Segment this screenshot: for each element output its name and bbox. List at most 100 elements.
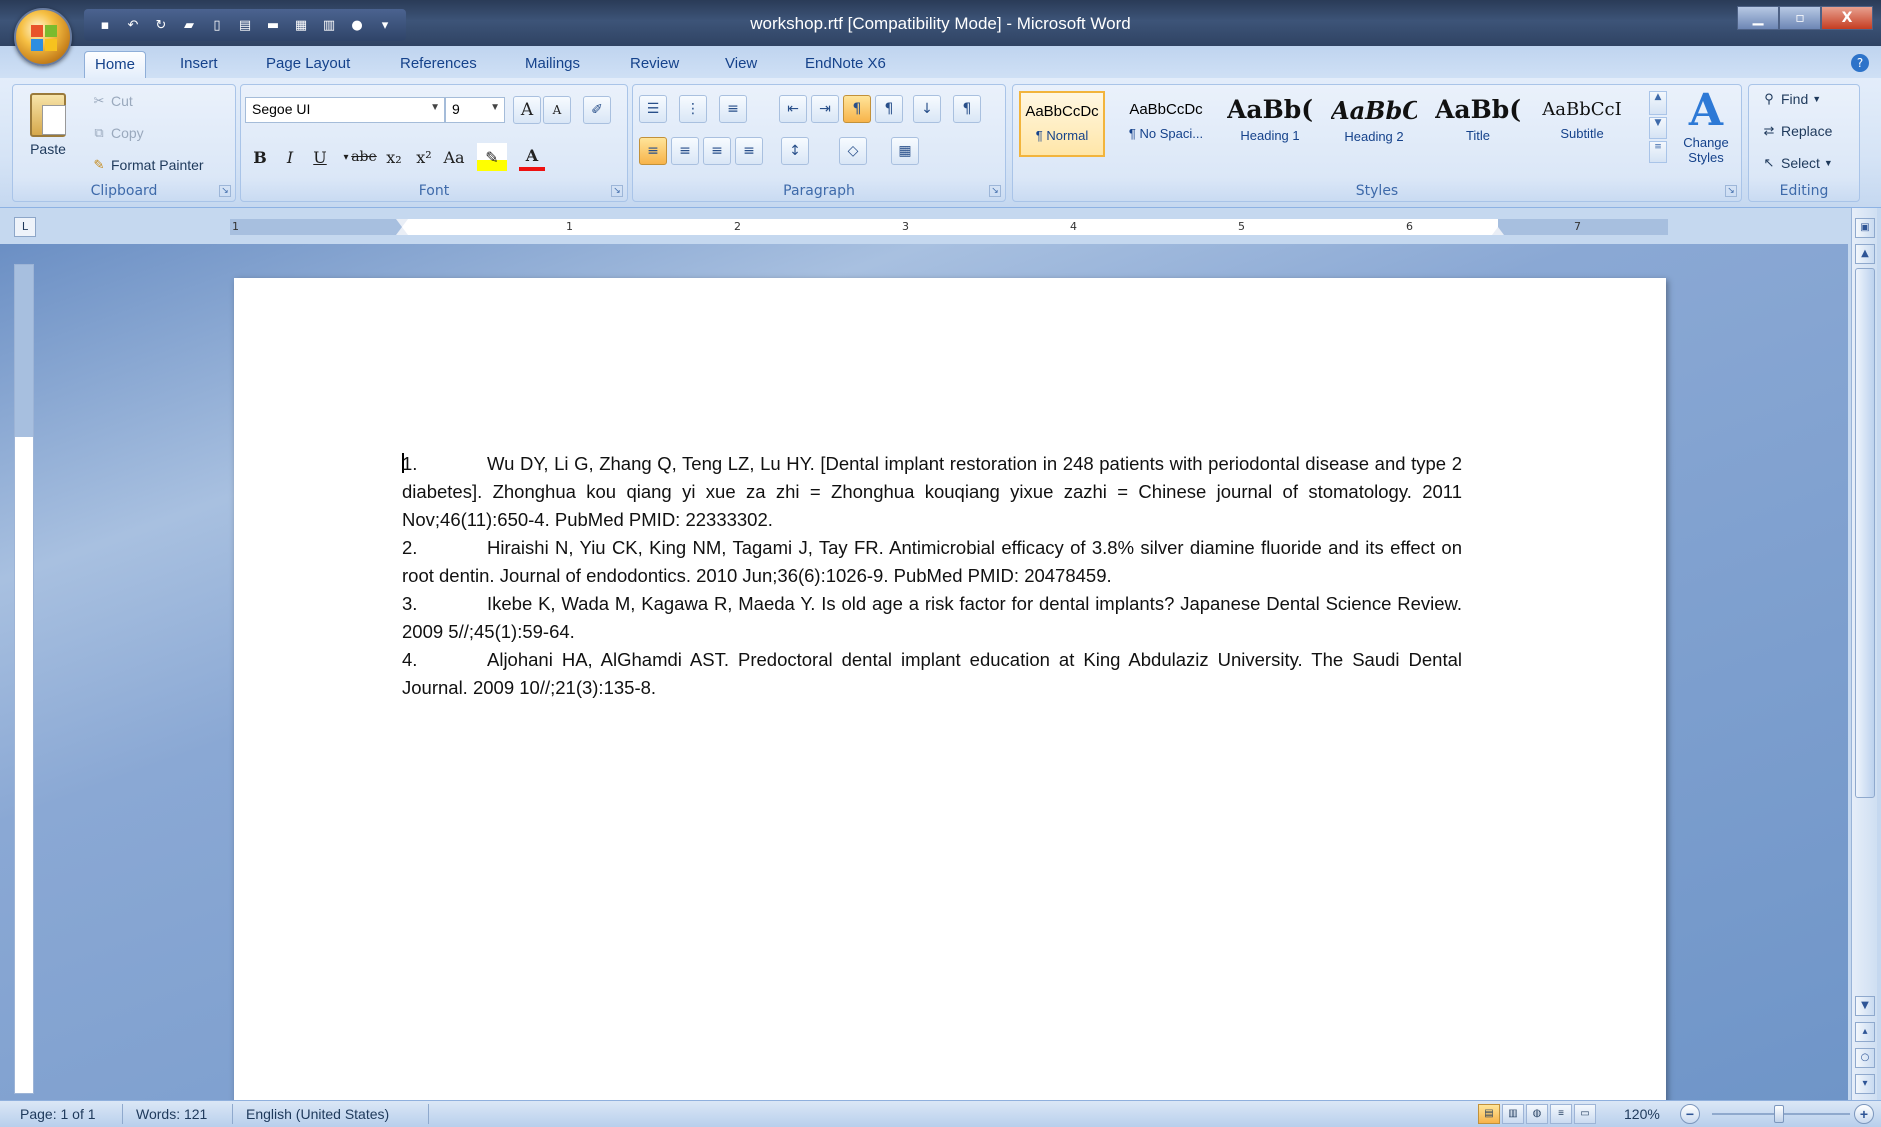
clipboard-launcher-icon[interactable]: ↘ — [219, 185, 231, 197]
office-button[interactable] — [14, 8, 72, 66]
multilevel-list-icon[interactable]: ≡ — [719, 95, 747, 123]
change-styles-button[interactable]: A Change Styles — [1675, 87, 1737, 166]
align-left-icon[interactable]: ≡ — [639, 137, 667, 165]
line-spacing-icon[interactable]: ↕ — [781, 137, 809, 165]
full-screen-reading-icon[interactable]: ▥ — [1502, 1104, 1524, 1124]
help-icon[interactable]: ? — [1851, 54, 1869, 72]
status-separator — [428, 1104, 429, 1124]
borders-icon[interactable]: ▦ — [891, 137, 919, 165]
style-subtitle[interactable]: AaBbCcI Subtitle — [1539, 91, 1625, 157]
font-color-icon[interactable]: A — [519, 143, 545, 171]
bullets-icon[interactable]: ☰ — [639, 95, 667, 123]
tab-mailings[interactable]: Mailings — [515, 51, 590, 78]
font-launcher-icon[interactable]: ↘ — [611, 185, 623, 197]
zoom-out-icon[interactable]: − — [1680, 1104, 1700, 1124]
clear-formatting-button[interactable]: ✐ — [583, 96, 611, 124]
document-canvas: 1. Wu DY, Li G, Zhang Q, Teng LZ, Lu HY. … — [0, 244, 1848, 1108]
close-button[interactable]: X — [1821, 6, 1873, 30]
vertical-ruler[interactable] — [14, 264, 34, 1094]
rtl-direction-icon[interactable]: ¶ — [875, 95, 903, 123]
superscript-button[interactable]: x² — [411, 143, 437, 171]
numbering-icon[interactable]: ⋮ — [679, 95, 707, 123]
style-normal[interactable]: AaBbCcDc ¶ Normal — [1019, 91, 1105, 157]
strikethrough-button[interactable]: abe — [351, 143, 377, 171]
find-button[interactable]: ⚲ Find ▼ — [1761, 91, 1821, 107]
select-button[interactable]: ↖ Select ▼ — [1761, 155, 1833, 171]
web-layout-icon[interactable]: ◍ — [1526, 1104, 1548, 1124]
grow-font-button[interactable]: A — [513, 96, 541, 124]
print-layout-icon[interactable]: ▤ — [1478, 1104, 1500, 1124]
right-indent-marker[interactable] — [1492, 227, 1504, 235]
underline-button[interactable]: U — [307, 143, 333, 171]
tab-insert[interactable]: Insert — [170, 51, 228, 78]
title-bar: ▪ ↶ ↻ ▰ ▯ ▤ ▬ ▦ ▥ ● ▾ workshop.rtf [Comp… — [0, 0, 1881, 66]
style-no-spacing[interactable]: AaBbCcDc ¶ No Spaci... — [1123, 91, 1209, 157]
horizontal-ruler[interactable]: 1 1 2 3 4 5 6 7 — [230, 219, 1668, 235]
style-heading-2[interactable]: AaBbC Heading 2 — [1331, 91, 1417, 157]
tab-references[interactable]: References — [390, 51, 487, 78]
outline-icon[interactable]: ≡ — [1550, 1104, 1572, 1124]
minimize-button[interactable]: ▁ — [1737, 6, 1779, 30]
language-indicator[interactable]: English (United States) — [246, 1106, 389, 1122]
style-title[interactable]: AaBb( Title — [1435, 91, 1521, 157]
styles-scroll-up-icon[interactable]: ▲ — [1649, 91, 1667, 115]
scroll-up-icon[interactable]: ▲ — [1855, 244, 1875, 264]
show-marks-icon[interactable]: ¶ — [953, 95, 981, 123]
styles-launcher-icon[interactable]: ↘ — [1725, 185, 1737, 197]
align-center-icon[interactable]: ≡ — [671, 137, 699, 165]
zoom-in-icon[interactable]: + — [1854, 1104, 1874, 1124]
styles-more-icon[interactable]: ≡ — [1649, 141, 1667, 163]
replace-button[interactable]: ⇄ Replace — [1761, 123, 1833, 139]
maximize-button[interactable]: ▫ — [1779, 6, 1821, 30]
increase-indent-icon[interactable]: ⇥ — [811, 95, 839, 123]
styles-scroll-down-icon[interactable]: ▼ — [1649, 117, 1667, 139]
copy-button[interactable]: ⧉ Copy — [91, 125, 143, 141]
scroll-thumb[interactable] — [1855, 268, 1875, 798]
font-name-combo[interactable]: Segoe UI ▼ — [245, 97, 445, 123]
decrease-indent-icon[interactable]: ⇤ — [779, 95, 807, 123]
shrink-font-button[interactable]: A — [543, 96, 571, 124]
word-count[interactable]: Words: 121 — [136, 1106, 207, 1122]
sort-icon[interactable]: ↓ — [913, 95, 941, 123]
hanging-indent-marker[interactable] — [396, 227, 408, 235]
scroll-down-icon[interactable]: ▼ — [1855, 996, 1875, 1016]
tab-page-layout[interactable]: Page Layout — [256, 51, 360, 78]
ribbon: Paste ✂ Cut ⧉ Copy ✎ Format Painter Clip… — [0, 78, 1881, 208]
tab-view[interactable]: View — [715, 51, 767, 78]
previous-page-icon[interactable]: ▴ — [1855, 1022, 1875, 1042]
bold-button[interactable]: B — [247, 143, 273, 171]
format-painter-button[interactable]: ✎ Format Painter — [91, 157, 204, 173]
document-body[interactable]: 1. Wu DY, Li G, Zhang Q, Teng LZ, Lu HY. … — [402, 450, 1462, 702]
draft-icon[interactable]: ▭ — [1574, 1104, 1596, 1124]
subscript-button[interactable]: x₂ — [381, 143, 407, 171]
font-group-label: Font — [418, 183, 450, 199]
italic-button[interactable]: I — [277, 143, 303, 171]
style-heading-1[interactable]: AaBb( Heading 1 — [1227, 91, 1313, 157]
cut-button[interactable]: ✂ Cut — [91, 93, 133, 109]
align-right-icon[interactable]: ≡ — [703, 137, 731, 165]
paragraph-launcher-icon[interactable]: ↘ — [989, 185, 1001, 197]
zoom-level[interactable]: 120% — [1624, 1106, 1660, 1122]
vertical-scrollbar[interactable]: ▣ ▲ ▼ ▴ ○ ▾ — [1851, 208, 1877, 1100]
paste-button[interactable]: Paste — [23, 93, 73, 183]
ruler-number: 7 — [1574, 220, 1581, 233]
zoom-slider-knob[interactable] — [1774, 1105, 1784, 1123]
first-line-indent-marker[interactable] — [396, 219, 408, 227]
next-page-icon[interactable]: ▾ — [1855, 1074, 1875, 1094]
tab-home[interactable]: Home — [84, 51, 147, 78]
highlight-icon[interactable]: ✎ — [477, 143, 507, 171]
page-count[interactable]: Page: 1 of 1 — [20, 1106, 96, 1122]
ltr-direction-icon[interactable]: ¶ — [843, 95, 871, 123]
font-size-combo[interactable]: 9 ▼ — [445, 97, 505, 123]
change-case-button[interactable]: Aa — [441, 143, 467, 171]
paste-label: Paste — [30, 141, 66, 157]
tab-endnote[interactable]: EndNote X6 — [795, 51, 896, 78]
tab-selector-icon[interactable]: L — [14, 217, 36, 237]
justify-icon[interactable]: ≡ — [735, 137, 763, 165]
document-page[interactable]: 1. Wu DY, Li G, Zhang Q, Teng LZ, Lu HY. … — [234, 278, 1666, 1108]
shading-icon[interactable]: ◇ — [839, 137, 867, 165]
ruler-number: 4 — [1070, 220, 1077, 233]
tab-review[interactable]: Review — [620, 51, 689, 78]
view-ruler-icon[interactable]: ▣ — [1855, 218, 1875, 238]
browse-object-icon[interactable]: ○ — [1855, 1048, 1875, 1068]
